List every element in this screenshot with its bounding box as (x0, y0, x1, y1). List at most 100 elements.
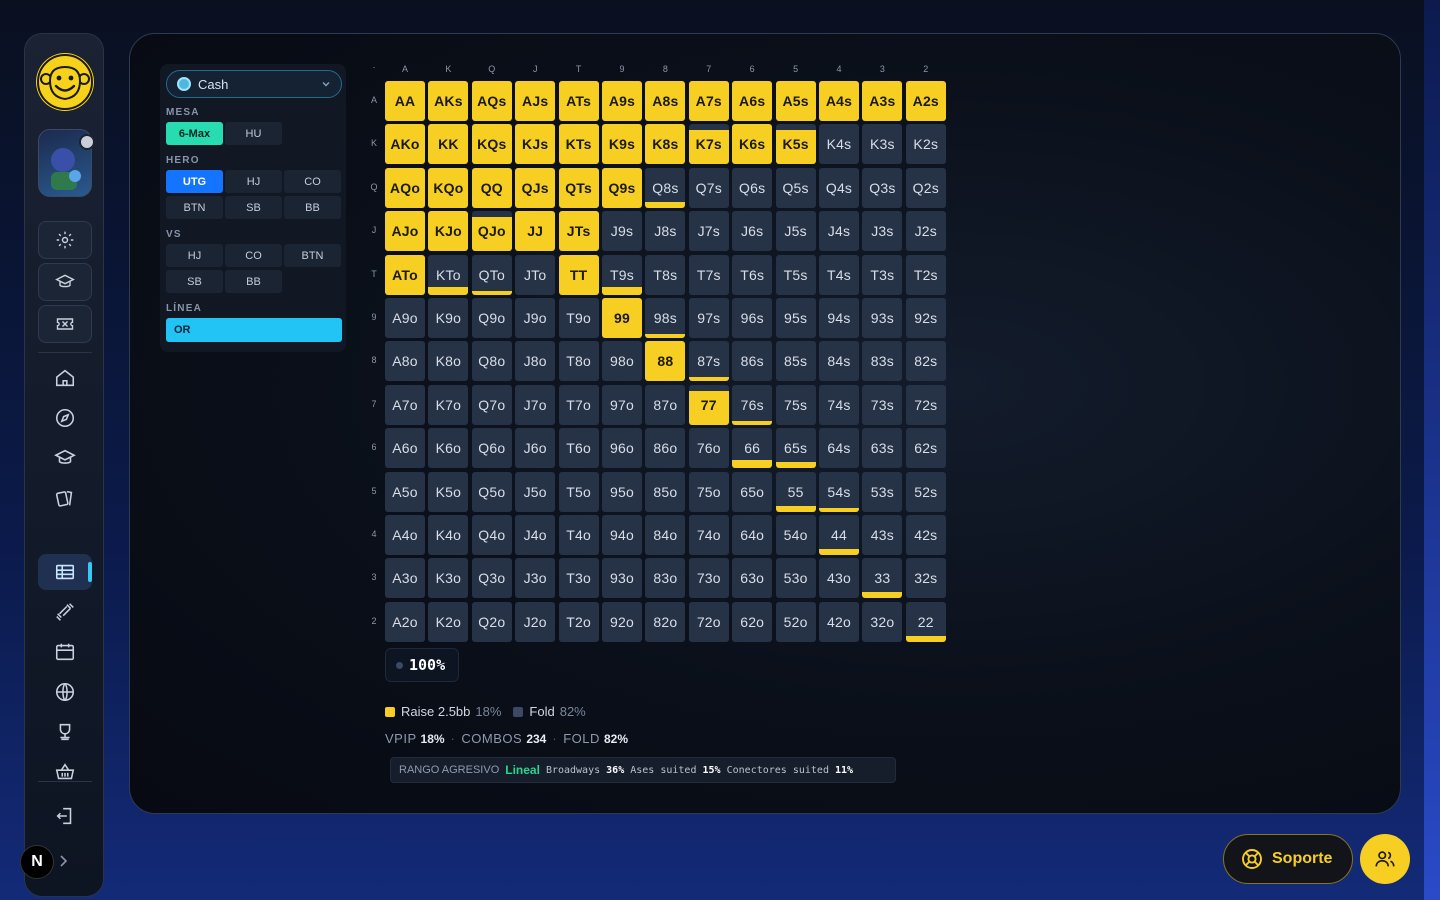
hand-cell[interactable]: T8o (558, 341, 599, 382)
hand-cell[interactable]: T6o (558, 428, 599, 469)
hand-cell[interactable]: Q2o (471, 601, 512, 642)
hand-cell[interactable]: AA (385, 81, 425, 121)
hand-cell[interactable]: KTo (428, 254, 469, 295)
hand-cell[interactable]: 98s (645, 298, 686, 338)
hand-cell[interactable]: J5s (775, 211, 816, 252)
community-button[interactable] (1360, 834, 1410, 884)
hand-cell[interactable]: K3o (428, 558, 469, 599)
hand-cell[interactable]: A6s (732, 81, 773, 121)
hand-cell[interactable]: AKs (428, 81, 469, 121)
hand-cell[interactable]: Q4o (471, 515, 512, 555)
hand-cell[interactable]: K2o (428, 601, 469, 642)
hand-cell[interactable]: T2s (905, 254, 946, 295)
hand-cell[interactable]: T7s (688, 254, 729, 295)
hand-cell[interactable]: 75o (688, 471, 729, 512)
hand-cell[interactable]: A8o (385, 341, 425, 382)
hand-cell[interactable]: A4s (819, 81, 859, 121)
academy-button[interactable] (38, 263, 92, 301)
hand-cell[interactable]: Q8s (645, 167, 686, 208)
hand-cell[interactable]: 84o (645, 515, 686, 555)
hand-cell[interactable]: QJs (515, 167, 556, 208)
hand-cell[interactable]: 97s (688, 298, 729, 338)
hand-cell[interactable]: 94s (819, 298, 859, 338)
hand-cell[interactable]: 96o (602, 428, 642, 469)
hero-option-sb[interactable]: SB (225, 196, 282, 219)
hand-cell[interactable]: JTs (558, 211, 599, 252)
hand-cell[interactable]: J7s (688, 211, 729, 252)
hand-cell[interactable]: A6o (385, 428, 425, 469)
hand-cell[interactable]: QTo (471, 254, 512, 295)
hand-cell[interactable]: J3o (515, 558, 556, 599)
mesa-option-6max[interactable]: 6-Max (166, 122, 223, 145)
hand-cell[interactable]: 54s (819, 471, 859, 512)
hand-cell[interactable]: 93o (602, 558, 642, 599)
sidebar-expand-button[interactable] (58, 853, 70, 874)
hand-cell[interactable]: 65s (775, 428, 816, 469)
hand-cell[interactable]: 82s (905, 341, 946, 382)
hand-cell[interactable]: 65o (732, 471, 773, 512)
tickets-button[interactable] (38, 305, 92, 343)
sidebar-item-calendar[interactable] (38, 634, 92, 670)
hand-cell[interactable]: 75s (775, 384, 816, 425)
vs-option-hj[interactable]: HJ (166, 244, 223, 267)
hand-cell[interactable]: 43o (819, 558, 859, 599)
hand-cell[interactable]: JJ (515, 211, 556, 252)
hand-cell[interactable]: 76o (688, 428, 729, 469)
hand-cell[interactable]: K7s (688, 124, 729, 165)
hand-cell[interactable]: 64o (732, 515, 773, 555)
hand-cell[interactable]: 87s (688, 341, 729, 382)
hero-option-bb[interactable]: BB (284, 196, 341, 219)
hand-cell[interactable]: 42s (905, 515, 946, 555)
hand-cell[interactable]: 85s (775, 341, 816, 382)
hand-cell[interactable]: A4o (385, 515, 425, 555)
hand-cell[interactable]: Q7s (688, 167, 729, 208)
hand-cell[interactable]: 43s (862, 515, 903, 555)
game-type-select[interactable]: Cash (166, 70, 342, 98)
hand-cell[interactable]: T9o (558, 298, 599, 338)
hand-cell[interactable]: TT (558, 254, 599, 295)
hand-cell[interactable]: Q8o (471, 341, 512, 382)
hand-cell[interactable]: 92s (905, 298, 946, 338)
hand-cell[interactable]: A7s (688, 81, 729, 121)
hand-cell[interactable]: T4o (558, 515, 599, 555)
hand-cell[interactable]: 32o (862, 601, 903, 642)
vs-option-bb[interactable]: BB (225, 270, 282, 293)
hand-cell[interactable]: Q9o (471, 298, 512, 338)
logout-button[interactable] (38, 798, 92, 834)
hand-cell[interactable]: 92o (602, 601, 642, 642)
hand-cell[interactable]: Q6o (471, 428, 512, 469)
hand-cell[interactable]: 44 (819, 515, 859, 555)
hand-cell[interactable]: T5s (775, 254, 816, 295)
hero-option-btn[interactable]: BTN (166, 196, 223, 219)
hand-cell[interactable]: A5o (385, 471, 425, 512)
hand-cell[interactable]: J9s (602, 211, 642, 252)
hand-cell[interactable]: J2o (515, 601, 556, 642)
hand-cell[interactable]: Q3o (471, 558, 512, 599)
hand-cell[interactable]: J2s (905, 211, 946, 252)
hand-cell[interactable]: 74s (819, 384, 859, 425)
hand-cell[interactable]: K9s (602, 124, 642, 165)
hand-cell[interactable]: K6s (732, 124, 773, 165)
hand-cell[interactable]: JTo (515, 254, 556, 295)
hand-cell[interactable]: T3o (558, 558, 599, 599)
sidebar-item-explore[interactable] (38, 400, 92, 436)
hand-cell[interactable]: 62s (905, 428, 946, 469)
hand-cell[interactable]: Q4s (819, 167, 859, 208)
hand-cell[interactable]: KK (428, 124, 469, 165)
hand-cell[interactable]: 74o (688, 515, 729, 555)
hand-cell[interactable]: A8s (645, 81, 686, 121)
hand-cell[interactable]: A7o (385, 384, 425, 425)
hand-cell[interactable]: 32s (905, 558, 946, 599)
hand-cell[interactable]: QTs (558, 167, 599, 208)
sidebar-item-home[interactable] (38, 360, 92, 396)
hand-cell[interactable]: ATs (558, 81, 599, 121)
hand-cell[interactable]: J7o (515, 384, 556, 425)
hand-cell[interactable]: K5s (775, 124, 816, 165)
hand-cell[interactable]: Q2s (905, 167, 946, 208)
hand-cell[interactable]: 87o (645, 384, 686, 425)
hand-cell[interactable]: AQs (471, 81, 512, 121)
hand-cell[interactable]: KQo (428, 167, 469, 208)
hand-cell[interactable]: A3o (385, 558, 425, 599)
hand-cell[interactable]: J4o (515, 515, 556, 555)
hand-cell[interactable]: J9o (515, 298, 556, 338)
